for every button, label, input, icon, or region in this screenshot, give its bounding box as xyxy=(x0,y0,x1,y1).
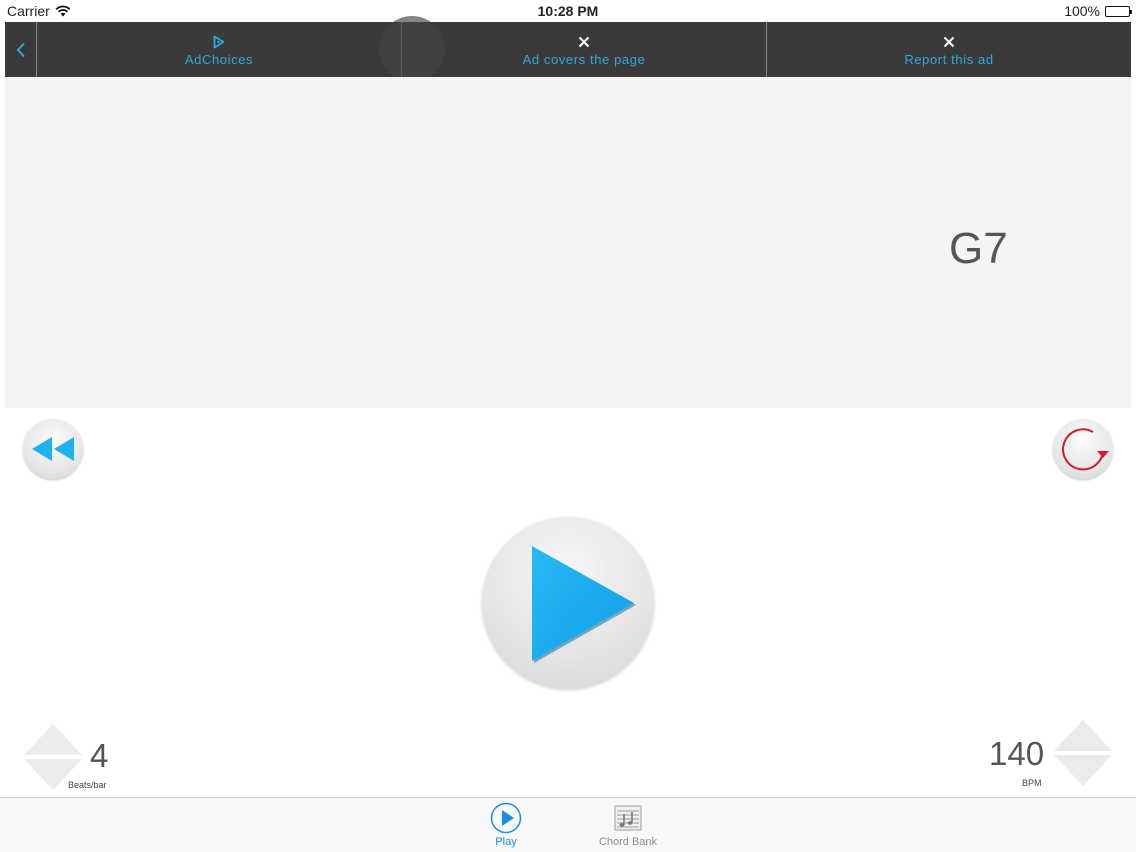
clock: 10:28 PM xyxy=(537,3,599,19)
play-button[interactable] xyxy=(482,517,654,689)
bpm-value: 140 xyxy=(989,735,1045,772)
tab-play[interactable]: Play xyxy=(456,801,556,851)
beats-label: Beats/bar xyxy=(68,780,107,790)
bpm-increase-button[interactable] xyxy=(1053,719,1113,752)
tab-chord-bank[interactable]: Chord Bank xyxy=(578,801,678,851)
battery-percent: 100% xyxy=(1064,3,1100,19)
sheet-music-icon xyxy=(614,805,642,831)
loop-icon xyxy=(1062,428,1109,471)
tab-chord-bank-label: Chord Bank xyxy=(598,836,658,848)
play-icon xyxy=(532,546,636,663)
tab-bar: Play Chord Bank xyxy=(0,797,1136,852)
beats-value: 4 xyxy=(90,737,109,774)
report-ad-label: Report this ad xyxy=(904,51,994,67)
play-circle-icon xyxy=(490,802,522,834)
bpm-decrease-button[interactable] xyxy=(1053,754,1113,787)
ad-bar: AdChoices Ad covers the page Report this… xyxy=(5,16,1131,82)
rewind-icon xyxy=(32,437,74,461)
adchoices-icon xyxy=(213,35,225,48)
rewind-button[interactable] xyxy=(23,419,83,479)
ad-covers-page-button[interactable]: Ad covers the page xyxy=(402,22,767,77)
chevron-left-icon xyxy=(16,42,25,57)
loop-button[interactable] xyxy=(1053,419,1113,479)
ad-back-button[interactable] xyxy=(5,22,37,77)
chord-display: G7 xyxy=(5,77,1131,408)
tab-play-label: Play xyxy=(495,836,517,848)
ad-covers-page-label: Ad covers the page xyxy=(522,51,646,67)
adchoices-label: AdChoices xyxy=(184,51,254,67)
battery-icon xyxy=(1105,5,1132,17)
adchoices-button[interactable]: AdChoices xyxy=(37,16,445,82)
bpm-label: BPM xyxy=(1022,778,1042,788)
status-bar: Carrier 10:28 PM 100% xyxy=(0,0,1136,22)
report-ad-button[interactable]: Report this ad xyxy=(767,22,1131,77)
battery-indicator: 100% xyxy=(1064,3,1132,19)
close-icon xyxy=(943,36,955,47)
bpm-stepper xyxy=(1053,719,1113,787)
current-chord: G7 xyxy=(949,224,1008,273)
beats-increase-button[interactable] xyxy=(23,723,83,756)
close-icon xyxy=(578,36,590,47)
